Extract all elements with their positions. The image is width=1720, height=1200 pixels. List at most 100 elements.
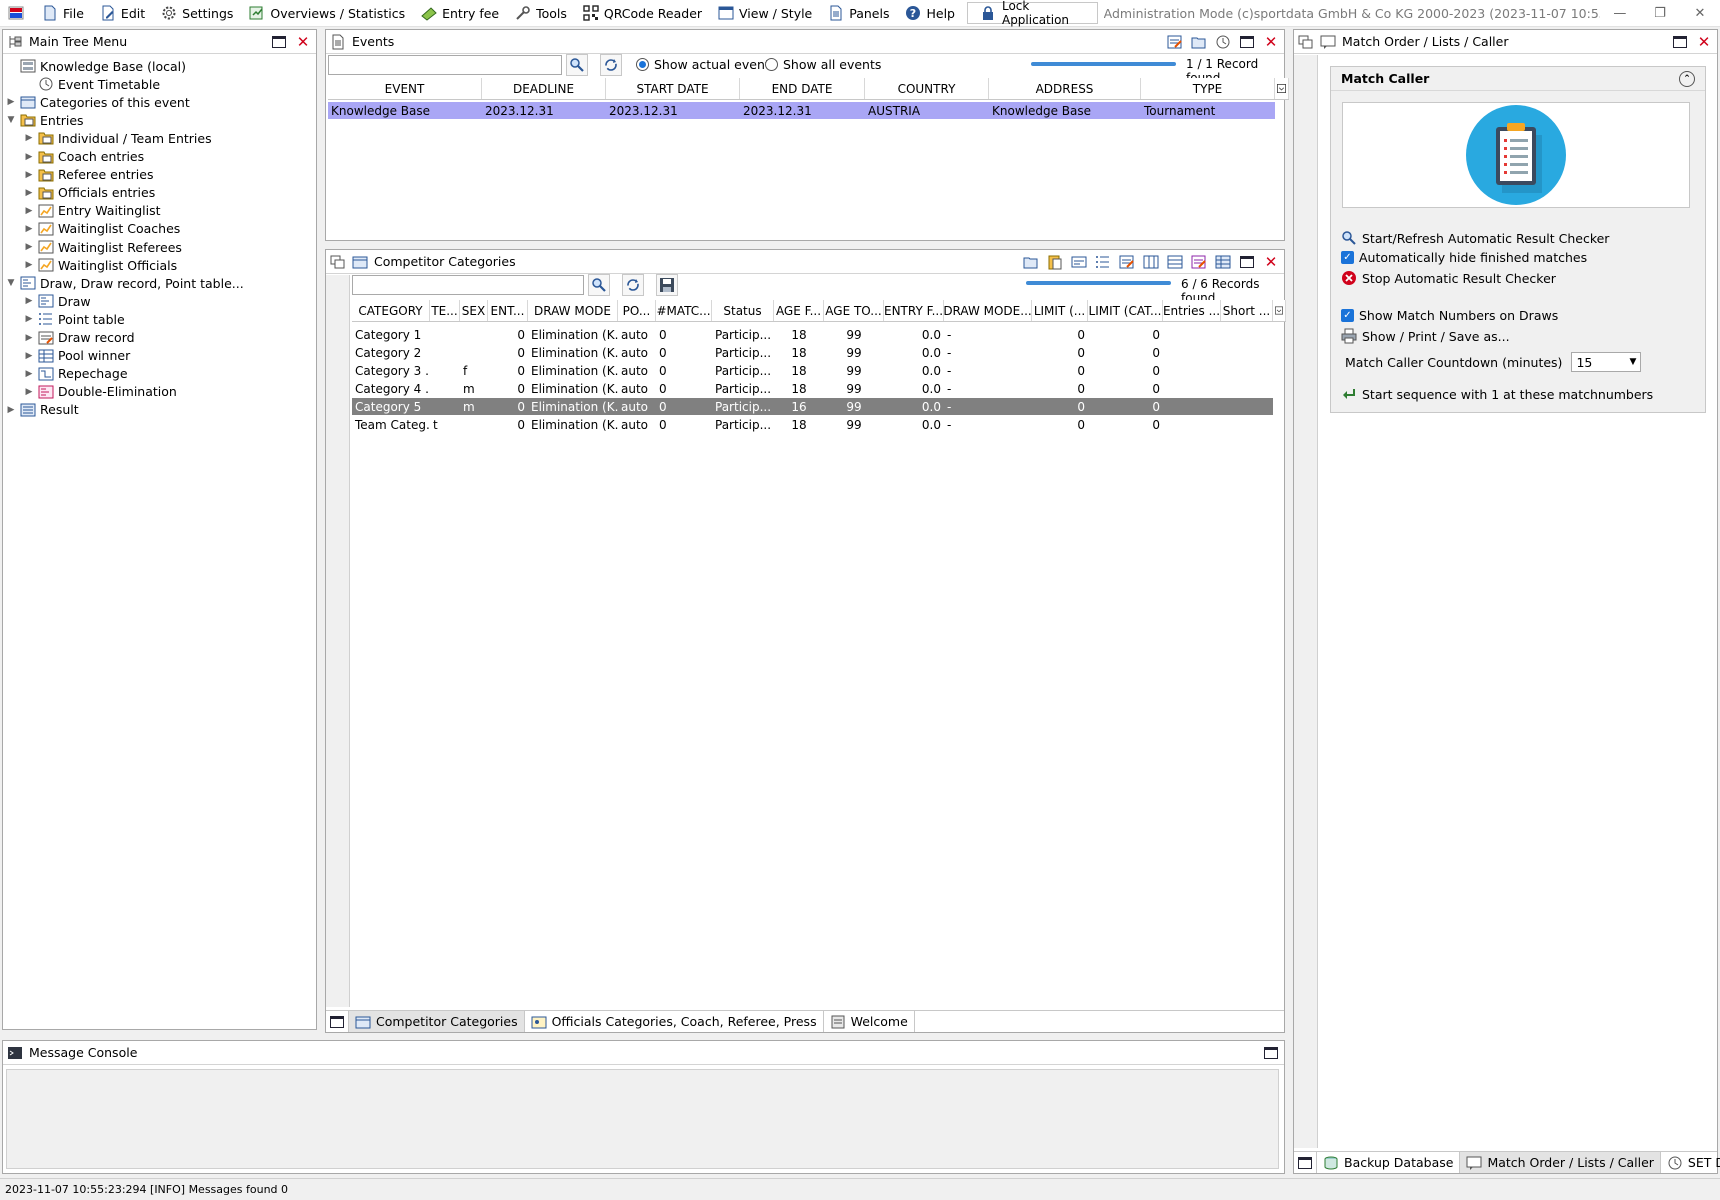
tree-expand-icon[interactable]: ▶ (24, 314, 34, 324)
menu-file[interactable]: File (34, 0, 92, 27)
events-search-button[interactable] (566, 54, 588, 76)
categories-tool-1-button[interactable] (1022, 253, 1040, 271)
events-edit-button[interactable] (1166, 33, 1184, 51)
tree-node[interactable]: ▶ Draw record (24, 329, 135, 347)
tree-collapse-icon[interactable]: ▼ (6, 278, 16, 288)
tree-node[interactable]: Event Timetable (24, 75, 160, 93)
categories-column-header[interactable]: Short ... (1221, 300, 1273, 321)
menu-view-style[interactable]: View / Style (710, 0, 820, 27)
main-tree-maximize-button[interactable] (270, 33, 288, 51)
menu-qrcode-reader[interactable]: QRCode Reader (575, 0, 710, 27)
tab-backup-database[interactable]: Backup Database (1317, 1152, 1461, 1173)
tree-node[interactable]: ▶ Repechage (24, 365, 128, 383)
close-window-button[interactable]: ✕ (1680, 6, 1720, 21)
tree-node[interactable]: ▶ Entry Waitinglist (24, 202, 161, 220)
stop-result-checker-button[interactable]: Stop Automatic Result Checker (1341, 270, 1556, 286)
categories-column-header[interactable]: LIMIT (CAT... (1088, 300, 1163, 321)
tree-node[interactable]: ▶ Point table (24, 310, 125, 328)
categories-save-button[interactable] (656, 274, 678, 296)
restore-window-button[interactable]: ❐ (1640, 6, 1680, 21)
tree-node[interactable]: ▶ Draw (24, 292, 91, 310)
countdown-select[interactable]: 15 ▼ (1571, 352, 1642, 372)
events-column-header[interactable]: EVENT (328, 78, 482, 99)
column-chooser-icon[interactable] (1275, 78, 1289, 99)
tree-node[interactable]: ▼ Entries (6, 111, 84, 129)
tree-node[interactable]: ▶ Pool winner (24, 347, 131, 365)
tree-node[interactable]: ▶ Waitinglist Referees (24, 238, 182, 256)
menu-settings[interactable]: Settings (153, 0, 241, 27)
main-tree-close-button[interactable]: ✕ (294, 33, 312, 51)
column-chooser-icon[interactable] (1273, 300, 1286, 321)
show-all-events-radio[interactable]: Show all events (765, 57, 881, 72)
tab-competitor-categories[interactable]: Competitor Categories (349, 1011, 525, 1032)
categories-column-header[interactable]: DRAW MODE (528, 300, 618, 321)
categories-refresh-button[interactable] (622, 274, 644, 296)
menu-edit[interactable]: Edit (92, 0, 153, 27)
categories-tool-8-button[interactable] (1190, 253, 1208, 271)
categories-column-header[interactable]: AGE F... (774, 300, 824, 321)
tree-expand-icon[interactable]: ▶ (24, 351, 34, 361)
events-close-button[interactable]: ✕ (1262, 33, 1280, 51)
categories-tool-5-button[interactable] (1118, 253, 1136, 271)
tree-expand-icon[interactable]: ▶ (24, 206, 34, 216)
categories-column-header[interactable]: Status (712, 300, 774, 321)
show-print-save-button[interactable]: Show / Print / Save as... (1341, 328, 1510, 344)
menu-panels[interactable]: Panels (820, 0, 897, 27)
show-actual-events-radio[interactable]: Show actual events (636, 57, 776, 72)
lock-application-button[interactable]: Lock Application (966, 0, 1098, 27)
categories-column-header[interactable]: ENTRY F... (884, 300, 944, 321)
tree-expand-icon[interactable]: ▶ (24, 133, 34, 143)
categories-column-header[interactable]: #MATC... (656, 300, 712, 321)
tree-node[interactable]: ▶ Individual / Team Entries (24, 129, 212, 147)
categories-column-header[interactable]: TE... (430, 300, 460, 321)
match-order-close-button[interactable]: ✕ (1695, 33, 1713, 51)
tab-officials-categories[interactable]: Officials Categories, Coach, Referee, Pr… (525, 1011, 824, 1032)
events-timer-button[interactable] (1214, 33, 1232, 51)
categories-tool-9-button[interactable] (1214, 253, 1232, 271)
categories-panel-toggle-button[interactable] (326, 1011, 349, 1032)
events-folder-button[interactable] (1190, 33, 1208, 51)
tree-expand-icon[interactable]: ▶ (6, 405, 16, 415)
categories-table-row[interactable]: Team Categ... t 0 Elimination (K... auto 0 Par… (352, 416, 1273, 433)
auto-hide-finished-checkbox[interactable]: ✓ Automatically hide finished matches (1341, 250, 1587, 265)
tree-node[interactable]: ▶ Referee entries (24, 166, 154, 184)
events-column-header[interactable]: END DATE (740, 78, 865, 99)
categories-tool-4-button[interactable] (1094, 253, 1112, 271)
events-column-header[interactable]: COUNTRY (865, 78, 989, 99)
categories-maximize-button[interactable] (1238, 253, 1256, 271)
tab-set-dtm[interactable]: SET DTM (1661, 1152, 1720, 1173)
categories-column-header[interactable]: SEX (460, 300, 488, 321)
tree-expand-icon[interactable]: ▶ (24, 170, 34, 180)
categories-close-button[interactable]: ✕ (1262, 253, 1280, 271)
tree-node[interactable]: ▶ Waitinglist Coaches (24, 220, 181, 238)
tree-node[interactable]: ▶ Waitinglist Officials (24, 256, 178, 274)
menu-tools[interactable]: Tools (507, 0, 575, 27)
events-refresh-button[interactable] (600, 54, 622, 76)
categories-table-row[interactable]: Category 5 m 0 Elimination (K... auto 0 Partic… (352, 398, 1273, 415)
tree-expand-icon[interactable]: ▶ (24, 152, 34, 162)
events-search-input[interactable] (328, 55, 562, 75)
categories-column-header[interactable]: CATEGORY (352, 300, 430, 321)
categories-tool-7-button[interactable] (1166, 253, 1184, 271)
tab-welcome[interactable]: Welcome (824, 1011, 915, 1032)
tree-node[interactable]: ▶ Officials entries (24, 184, 156, 202)
categories-table-row[interactable]: Category 3 ... f 0 Elimination (K... auto 0 Pa… (352, 362, 1273, 379)
categories-search-button[interactable] (588, 274, 610, 296)
categories-column-header[interactable]: ENT... (488, 300, 528, 321)
categories-tool-6-button[interactable] (1142, 253, 1160, 271)
tree-expand-icon[interactable]: ▶ (24, 242, 34, 252)
minimize-window-button[interactable]: — (1600, 6, 1640, 21)
start-refresh-result-checker-button[interactable]: Start/Refresh Automatic Result Checker (1341, 230, 1609, 246)
tree-expand-icon[interactable]: ▶ (24, 260, 34, 270)
menu-entry-fee[interactable]: Entry fee (413, 0, 507, 27)
match-order-panel-toggle-button[interactable] (1294, 1152, 1317, 1173)
categories-tool-3-button[interactable] (1070, 253, 1088, 271)
categories-column-header[interactable]: DRAW MODE... (944, 300, 1032, 321)
message-console-body[interactable] (6, 1069, 1279, 1169)
start-sequence-button[interactable]: Start sequence with 1 at these matchnumb… (1341, 386, 1653, 402)
categories-search-input[interactable] (352, 275, 584, 295)
events-column-header[interactable]: TYPE (1141, 78, 1275, 99)
tree-view[interactable]: Knowledge Base (local) Event Timetable ▶ Ca… (3, 55, 316, 1029)
tab-match-order-lists-caller[interactable]: Match Order / Lists / Caller (1460, 1152, 1661, 1173)
tree-node[interactable]: ▶ Categories of this event (6, 93, 190, 111)
